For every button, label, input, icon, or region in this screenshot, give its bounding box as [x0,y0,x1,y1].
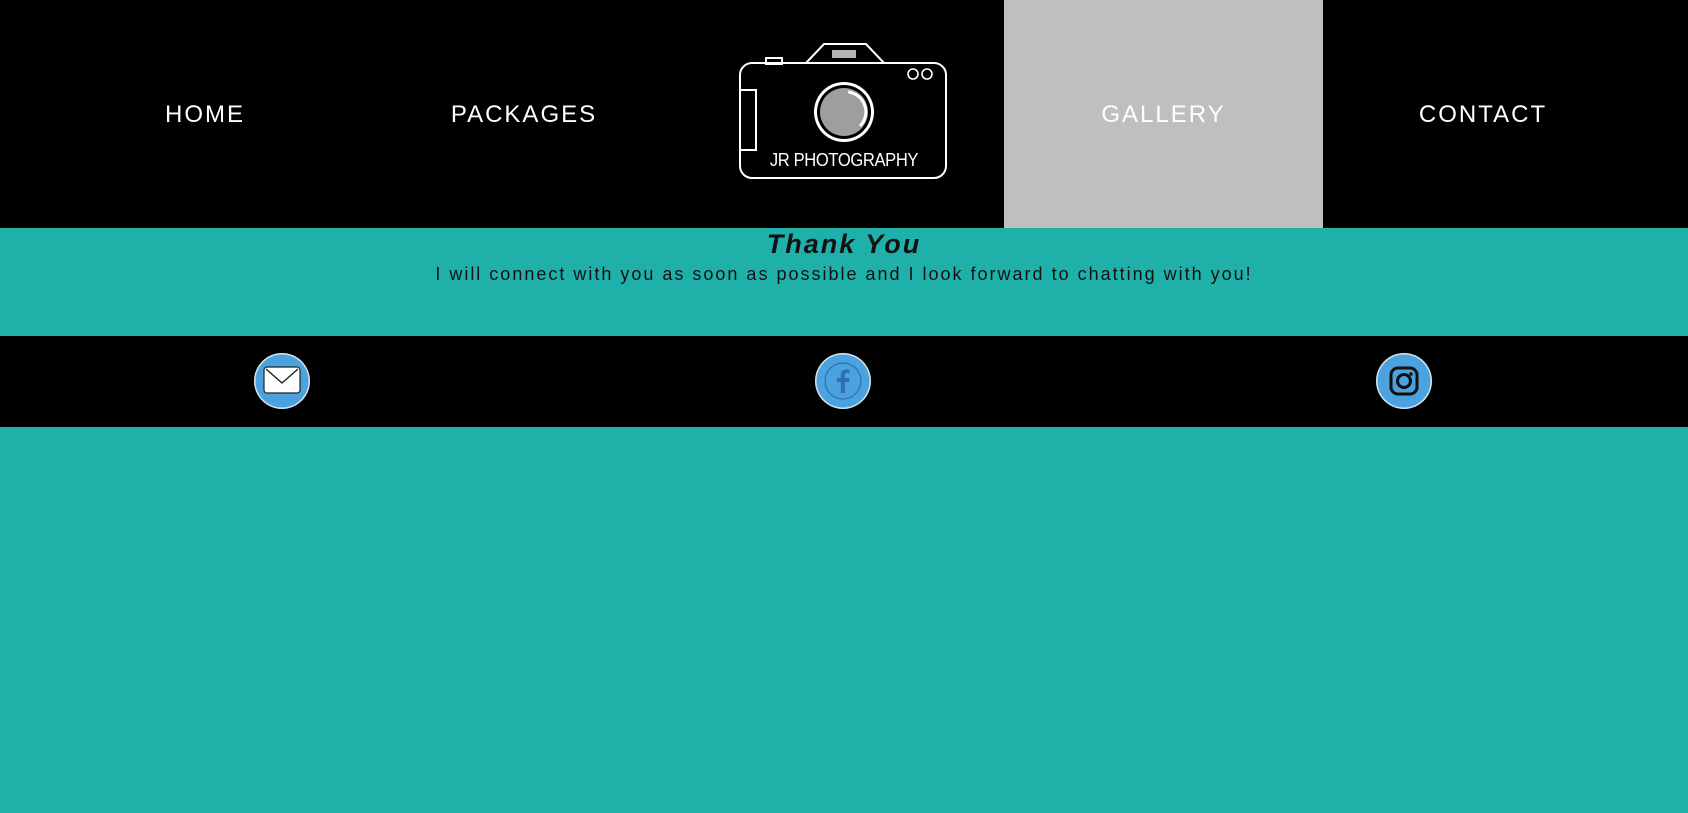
camera-logo[interactable]: JR PHOTOGRAPHY [738,42,950,182]
facebook-icon [815,353,871,409]
instagram-button[interactable] [1376,353,1432,409]
thank-you-message: I will connect with you as soon as possi… [435,264,1253,284]
nav-contact[interactable]: CONTACT [1323,0,1643,228]
thank-you-section: Thank You I will connect with you as soo… [0,228,1688,336]
nav-home[interactable]: HOME [45,0,365,228]
top-navigation: HOME PACKAGES JR PHOTOGRAPHY GALLERY CON… [0,0,1688,228]
nav-packages[interactable]: PACKAGES [364,0,684,228]
email-button[interactable] [254,353,310,409]
logo-text: JR PHOTOGRAPHY [769,150,919,170]
social-bar [0,336,1688,427]
facebook-button[interactable] [815,353,871,409]
nav-home-label: HOME [165,100,245,128]
email-icon [254,353,310,409]
nav-gallery-label: GALLERY [1101,100,1226,128]
nav-gallery[interactable]: GALLERY [1004,0,1323,228]
instagram-icon [1376,353,1432,409]
nav-packages-label: PACKAGES [450,100,598,128]
thank-you-title: Thank You [766,229,922,259]
nav-contact-label: CONTACT [1418,100,1548,128]
